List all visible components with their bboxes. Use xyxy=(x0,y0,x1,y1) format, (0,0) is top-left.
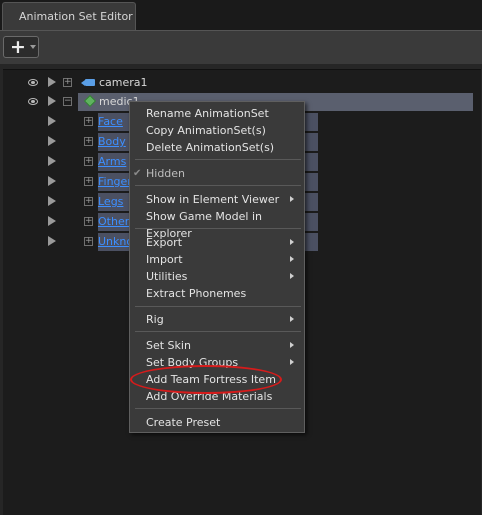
menu-item-show-game-model-in-explorer[interactable]: Show Game Model in Explorer xyxy=(130,208,306,240)
menu-item-label: Delete AnimationSet(s) xyxy=(146,141,275,154)
menu-item-label: Set Skin xyxy=(146,339,191,352)
add-animation-set-button[interactable]: + xyxy=(3,36,39,58)
menu-separator xyxy=(135,159,301,160)
tree-item-label[interactable]: Arms xyxy=(98,155,126,168)
menu-item-rig[interactable]: Rig xyxy=(130,311,306,328)
expand-icon[interactable]: + xyxy=(63,78,72,87)
plus-icon: + xyxy=(10,36,26,58)
expand-icon[interactable]: + xyxy=(84,177,93,186)
play-icon[interactable] xyxy=(48,176,56,186)
menu-item-import[interactable]: Import xyxy=(130,251,306,268)
menu-item-extract-phonemes[interactable]: Extract Phonemes xyxy=(130,285,306,302)
play-icon[interactable] xyxy=(48,196,56,206)
tree-row-camera[interactable]: + camera1 xyxy=(3,74,473,92)
menu-item-set-skin[interactable]: Set Skin xyxy=(130,337,306,354)
expand-icon[interactable]: + xyxy=(84,117,93,126)
menu-item-utilities[interactable]: Utilities xyxy=(130,268,306,285)
menu-item-label: Utilities xyxy=(146,270,188,283)
menu-item-rename-animationset[interactable]: Rename AnimationSet xyxy=(130,105,306,122)
play-icon[interactable] xyxy=(48,77,56,87)
tree-item-label[interactable]: camera1 xyxy=(99,76,148,89)
menu-item-label: Rig xyxy=(146,313,164,326)
play-icon[interactable] xyxy=(48,156,56,166)
menu-item-label: Import xyxy=(146,253,183,266)
expand-icon[interactable]: + xyxy=(84,197,93,206)
play-icon[interactable] xyxy=(48,96,56,106)
play-icon[interactable] xyxy=(48,116,56,126)
submenu-arrow-icon xyxy=(290,256,294,262)
menu-item-label: Hidden xyxy=(146,167,186,180)
submenu-arrow-icon xyxy=(290,342,294,348)
menu-item-label: Copy AnimationSet(s) xyxy=(146,124,266,137)
menu-separator xyxy=(135,306,301,307)
menu-item-export[interactable]: Export xyxy=(130,234,306,251)
tab-animation-set-editor[interactable]: Animation Set Editor xyxy=(2,2,136,31)
menu-item-label: Rename AnimationSet xyxy=(146,107,269,120)
camera-icon xyxy=(81,79,95,86)
expand-icon[interactable]: + xyxy=(84,137,93,146)
play-icon[interactable] xyxy=(48,136,56,146)
visibility-eye-icon[interactable] xyxy=(28,98,38,105)
checkmark-icon: ✔ xyxy=(133,168,142,179)
menu-item-label: Create Preset xyxy=(146,416,221,429)
menu-item-delete-animationset[interactable]: Delete AnimationSet(s) xyxy=(130,139,306,156)
tree-item-label[interactable]: Unkno xyxy=(98,235,133,248)
dropdown-caret-icon xyxy=(30,45,36,49)
menu-item-label: Show in Element Viewer xyxy=(146,193,280,206)
menu-separator xyxy=(135,185,301,186)
menu-separator xyxy=(135,408,301,409)
submenu-arrow-icon xyxy=(290,239,294,245)
menu-separator xyxy=(135,228,301,229)
tab-bar: Animation Set Editor xyxy=(0,0,482,31)
tree-item-label[interactable]: Legs xyxy=(98,195,123,208)
submenu-arrow-icon xyxy=(290,359,294,365)
expand-icon[interactable]: + xyxy=(84,217,93,226)
tree-item-label[interactable]: Body xyxy=(98,135,126,148)
tree-item-label[interactable]: Face xyxy=(98,115,123,128)
play-icon[interactable] xyxy=(48,236,56,246)
visibility-eye-icon[interactable] xyxy=(28,79,38,86)
submenu-arrow-icon xyxy=(290,196,294,202)
submenu-arrow-icon xyxy=(290,273,294,279)
tree-item-label[interactable]: Other xyxy=(98,215,129,228)
menu-item-copy-animationset[interactable]: Copy AnimationSet(s) xyxy=(130,122,306,139)
expand-icon[interactable]: + xyxy=(84,237,93,246)
red-highlight-ellipse xyxy=(130,365,282,394)
submenu-arrow-icon xyxy=(290,316,294,322)
play-icon[interactable] xyxy=(48,216,56,226)
expand-icon[interactable]: + xyxy=(84,157,93,166)
menu-separator xyxy=(135,331,301,332)
menu-item-show-in-element-viewer[interactable]: Show in Element Viewer xyxy=(130,191,306,208)
toolbar xyxy=(0,30,482,64)
tree-item-label[interactable]: Finger xyxy=(98,175,132,188)
menu-item-create-preset[interactable]: Create Preset xyxy=(130,414,306,431)
menu-item-hidden[interactable]: ✔ Hidden xyxy=(130,165,306,182)
menu-item-label: Export xyxy=(146,236,183,249)
menu-item-label: Extract Phonemes xyxy=(146,287,247,300)
collapse-icon[interactable]: − xyxy=(63,97,72,106)
